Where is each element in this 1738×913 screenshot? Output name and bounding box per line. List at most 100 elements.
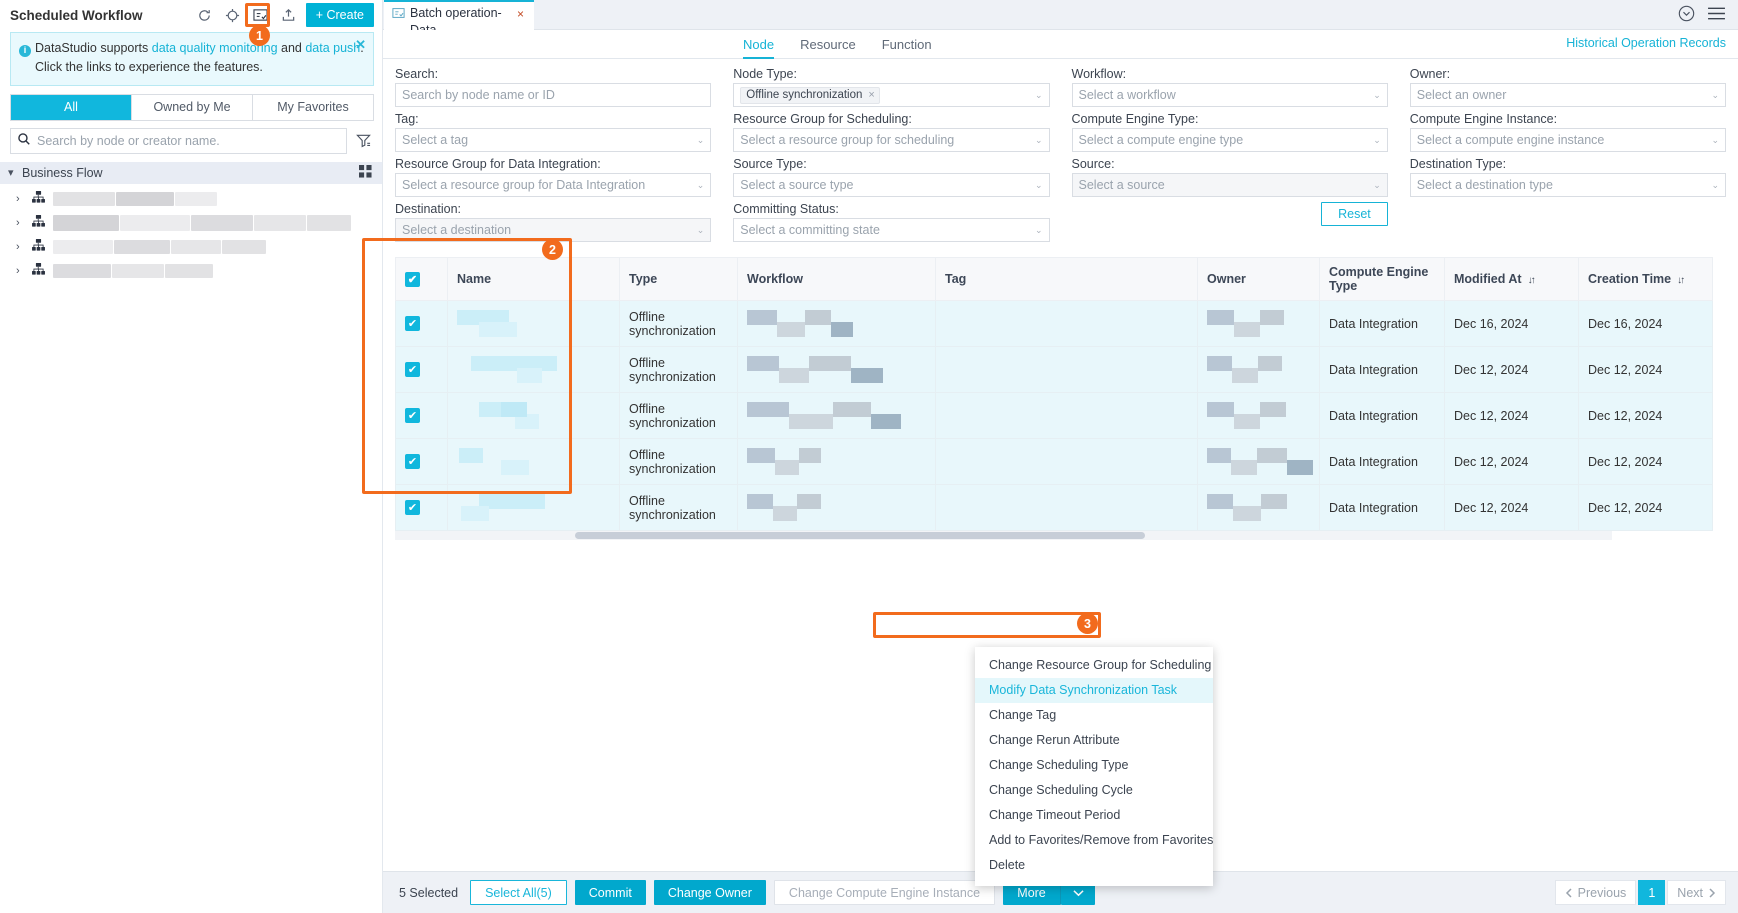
subtab-node[interactable]: Node (743, 30, 775, 59)
remove-tag-icon[interactable]: × (868, 89, 874, 101)
batch-operation-icon[interactable] (250, 4, 272, 26)
filter-control[interactable]: Select a workflow ⌄ (1071, 83, 1388, 107)
row-checkbox[interactable]: ✔ (405, 408, 420, 423)
row-checkbox[interactable]: ✔ (405, 454, 420, 469)
refresh-icon[interactable] (194, 4, 216, 26)
chevron-right-icon[interactable]: › (16, 217, 24, 229)
table-row[interactable]: ✔ Offline synchronization Data Integration… (395, 346, 1713, 393)
filter-control[interactable]: Select a source type ⌄ (733, 173, 1050, 197)
chevron-down-icon[interactable]: ⌄ (1711, 135, 1719, 146)
menu-icon[interactable] (1707, 6, 1726, 24)
row-checkbox-cell[interactable]: ✔ (395, 438, 448, 485)
tree-item[interactable]: › (0, 259, 382, 283)
menu-item-change-tag[interactable]: Change Tag (975, 703, 1213, 728)
column-header-label: Type (629, 272, 658, 286)
row-checkbox-cell[interactable]: ✔ (395, 300, 448, 347)
chevron-down-icon[interactable]: ⌄ (1373, 135, 1381, 146)
previous-page-button[interactable]: Previous (1554, 880, 1637, 905)
select-all-header[interactable]: ✔ (395, 257, 448, 301)
chevron-down-icon[interactable]: ⌄ (1711, 90, 1719, 101)
chevron-down-icon[interactable]: ⌄ (697, 180, 705, 191)
page-1-button[interactable]: 1 (1638, 880, 1666, 905)
row-checkbox-cell[interactable]: ✔ (395, 392, 448, 439)
menu-item-modify-data-synchronization-task[interactable]: Modify Data Synchronization Task (975, 678, 1213, 703)
menu-item-change-rerun-attribute[interactable]: Change Rerun Attribute (975, 728, 1213, 753)
data-push-link[interactable]: data push (305, 41, 360, 55)
filter-icon[interactable] (352, 130, 374, 152)
scrollbar-thumb[interactable] (575, 532, 1145, 539)
filter-control[interactable]: Search by node name or ID (395, 83, 712, 107)
tab-owned-by-me[interactable]: Owned by Me (132, 94, 253, 120)
chevron-down-icon[interactable]: ⌄ (1373, 180, 1381, 191)
chevron-down-icon[interactable]: ⌄ (1035, 225, 1043, 236)
cell-type: Offline synchronization (619, 392, 738, 439)
change-owner-button[interactable]: Change Owner (653, 880, 766, 905)
business-flow-header[interactable]: ▾ Business Flow (0, 161, 382, 184)
historical-operation-records-link[interactable]: Historical Operation Records (1566, 36, 1726, 50)
column-header-label: Owner (1207, 272, 1246, 286)
filter-placeholder: Select a source (1078, 178, 1165, 192)
sort-icon[interactable]: ↓↑ (1528, 275, 1536, 286)
filter-control[interactable]: Select a destination type ⌄ (1409, 173, 1726, 197)
tab-my-favorites[interactable]: My Favorites (253, 94, 373, 120)
chevron-right-icon[interactable]: › (16, 241, 24, 253)
menu-item-delete[interactable]: Delete (975, 853, 1213, 878)
filter-control[interactable]: Offline synchronization × ⌄ (733, 83, 1050, 107)
next-page-button[interactable]: Next (1667, 880, 1726, 905)
close-icon[interactable]: ✕ (355, 38, 366, 51)
locate-icon[interactable] (222, 4, 244, 26)
create-button[interactable]: + Create (305, 3, 374, 27)
upload-icon[interactable] (278, 4, 300, 26)
filter-control[interactable]: Select a resource group for scheduling ⌄ (733, 128, 1050, 152)
filter-control[interactable]: Select a committing state ⌄ (733, 218, 1050, 242)
cell-compute-engine-type: Data Integration (1319, 300, 1445, 347)
table-row[interactable]: ✔ Offline synchronization Data Integration… (395, 300, 1713, 347)
subtab-function[interactable]: Function (882, 30, 932, 59)
row-checkbox-cell[interactable]: ✔ (395, 484, 448, 531)
tree-item[interactable]: › (0, 235, 382, 259)
collapse-icon[interactable] (1678, 5, 1695, 25)
select-all-checkbox[interactable]: ✔ (405, 271, 420, 287)
tree-item[interactable]: › (0, 211, 382, 235)
chevron-right-icon[interactable]: › (16, 265, 24, 277)
menu-item-change-resource-group-for-scheduling[interactable]: Change Resource Group for Scheduling (975, 653, 1213, 678)
chevron-down-icon[interactable]: ⌄ (1035, 135, 1043, 146)
commit-button[interactable]: Commit (574, 880, 646, 905)
chevron-down-icon[interactable]: ⌄ (697, 225, 705, 236)
grid-view-icon[interactable] (359, 164, 372, 181)
filter-control[interactable]: Select an owner ⌄ (1409, 83, 1726, 107)
menu-item-add-to-favorites-remove-from-favorites[interactable]: Add to Favorites/Remove from Favorites (975, 828, 1213, 853)
menu-item-change-scheduling-type[interactable]: Change Scheduling Type (975, 753, 1213, 778)
select-all-button[interactable]: Select All(5) (470, 880, 567, 905)
menu-item-change-timeout-period[interactable]: Change Timeout Period (975, 803, 1213, 828)
filter-control[interactable]: Select a tag ⌄ (395, 128, 712, 152)
tab-close-icon[interactable]: × (517, 6, 524, 22)
tree-item[interactable]: › (0, 187, 382, 211)
search-input[interactable] (37, 133, 340, 148)
table-row[interactable]: ✔ Offline synchronization Data Integration… (395, 438, 1713, 485)
search-box[interactable] (10, 127, 347, 154)
cell-tag (935, 484, 1198, 531)
menu-item-change-scheduling-cycle[interactable]: Change Scheduling Cycle (975, 778, 1213, 803)
chevron-down-icon[interactable]: ⌄ (1035, 90, 1043, 101)
reset-button[interactable]: Reset (1321, 202, 1388, 226)
chevron-down-icon[interactable]: ⌄ (1711, 180, 1719, 191)
horizontal-scrollbar[interactable] (395, 531, 1612, 540)
table-row[interactable]: ✔ Offline synchronization Data Integration… (395, 392, 1713, 439)
row-checkbox[interactable]: ✔ (405, 500, 420, 515)
table-row[interactable]: ✔ Offline synchronization Data Integration… (395, 484, 1713, 531)
filter-control[interactable]: Select a resource group for Data Integra… (395, 173, 712, 197)
filter-control[interactable]: Select a compute engine type ⌄ (1071, 128, 1388, 152)
chevron-right-icon[interactable]: › (16, 193, 24, 205)
sort-icon[interactable]: ↓↑ (1677, 275, 1685, 286)
tab-all[interactable]: All (11, 94, 132, 120)
row-checkbox-cell[interactable]: ✔ (395, 346, 448, 393)
subtab-resource[interactable]: Resource (800, 30, 856, 59)
row-checkbox[interactable]: ✔ (405, 362, 420, 377)
chevron-down-icon[interactable]: ⌄ (1035, 180, 1043, 191)
chevron-down-icon[interactable]: ⌄ (1373, 90, 1381, 101)
cell-owner (1197, 392, 1320, 439)
row-checkbox[interactable]: ✔ (405, 316, 420, 331)
filter-control[interactable]: Select a compute engine instance ⌄ (1409, 128, 1726, 152)
chevron-down-icon[interactable]: ⌄ (697, 135, 705, 146)
